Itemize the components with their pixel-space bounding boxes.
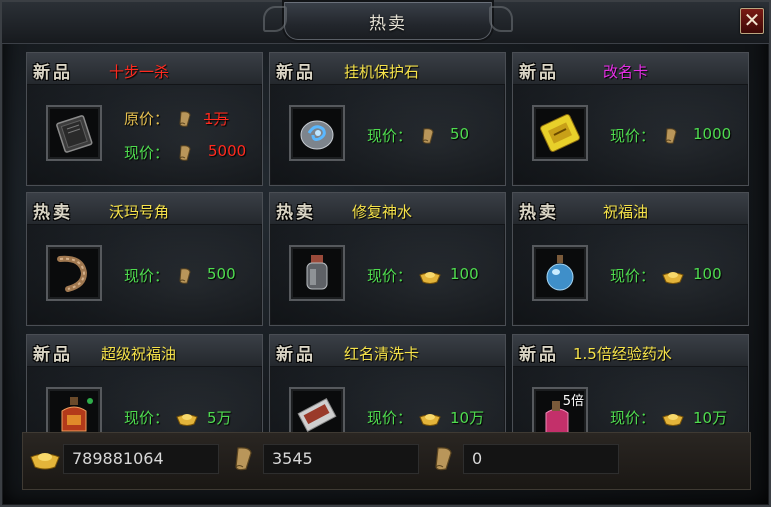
- shop-card-6[interactable]: 热卖 祝福油 现价： 100: [512, 192, 749, 326]
- item-slot[interactable]: [289, 105, 345, 161]
- item-name: 挂机保护石: [344, 63, 420, 81]
- shop-card-8[interactable]: 新品 红名清洗卡 现价： 10万: [269, 334, 506, 432]
- new-tag: 新品: [519, 345, 559, 365]
- gold-ingot-icon: [30, 453, 60, 470]
- card-header: 热卖 祝福油: [513, 193, 748, 225]
- blue-stone-icon: [300, 120, 334, 150]
- super-oil-icon: [61, 397, 93, 432]
- shop-card-9[interactable]: 新品 1.5倍经验药水 5倍 现价： 10万: [512, 334, 749, 432]
- item-slot[interactable]: [289, 387, 345, 432]
- scroll-icon: [179, 111, 191, 127]
- current-price-value: 100: [693, 265, 722, 283]
- gold-ingot-icon: [662, 414, 684, 426]
- card-header: 热卖 修复神水: [270, 193, 505, 225]
- new-tag: 新品: [276, 63, 316, 83]
- current-price-value: 5万: [207, 409, 232, 427]
- item-name: 十步一杀: [109, 63, 170, 81]
- item-name: 红名清洗卡: [344, 345, 420, 363]
- shop-card-5[interactable]: 热卖 修复神水 现价： 100: [269, 192, 506, 326]
- current-price-value: 50: [450, 125, 470, 143]
- current-price-label: 现价：: [367, 267, 413, 285]
- item-slot[interactable]: 5倍: [532, 387, 588, 432]
- potion-jar-icon: [306, 255, 328, 290]
- current-price-value: 100: [450, 265, 479, 283]
- scroll-icon: [422, 128, 434, 144]
- gold-balance-field: 789881064: [63, 444, 219, 474]
- card-header: 热卖 沃玛号角: [27, 193, 262, 225]
- item-slot[interactable]: [532, 245, 588, 301]
- current-price-label: 现价：: [610, 267, 656, 285]
- shop-card-3[interactable]: 新品 改名卡 现价： 1000: [512, 52, 749, 186]
- new-tag: 新品: [33, 63, 73, 83]
- new-tag: 新品: [33, 345, 73, 365]
- gold-ingot-icon: [419, 272, 441, 284]
- gold-ingot-icon: [662, 272, 684, 284]
- item-slot[interactable]: [289, 245, 345, 301]
- current-price-value: 10万: [450, 409, 485, 427]
- title-ornament-left: [263, 6, 287, 32]
- book-icon: [56, 115, 93, 153]
- item-slot[interactable]: [46, 105, 102, 161]
- current-price-label: 现价：: [124, 267, 170, 285]
- card-header: 新品 1.5倍经验药水: [513, 335, 748, 367]
- gold-ingot-icon: [176, 414, 198, 426]
- exp-multiplier-badge: 5倍: [562, 394, 584, 409]
- item-name: 1.5倍经验药水: [573, 345, 672, 363]
- new-tag: 新品: [519, 63, 559, 83]
- card-header: 新品 改名卡: [513, 53, 748, 85]
- current-price-label: 现价：: [124, 144, 170, 162]
- shop-card-4[interactable]: 热卖 沃玛号角 现价： 500: [26, 192, 263, 326]
- scroll-balance-field: 3545: [263, 444, 419, 474]
- item-name: 超级祝福油: [101, 345, 177, 363]
- rename-card-icon: [540, 114, 580, 152]
- current-price-value: 500: [207, 265, 236, 283]
- scroll-icon: [179, 145, 191, 161]
- new-tag: 新品: [276, 345, 316, 365]
- title-ornament-right: [489, 6, 513, 32]
- original-price-value: 1万: [204, 110, 229, 128]
- current-price-value: 10万: [693, 409, 728, 427]
- scroll-icon: [435, 447, 452, 471]
- item-name: 沃玛号角: [109, 203, 170, 221]
- gold-ingot-icon: [419, 414, 441, 426]
- bound-scroll-balance-field: 0: [463, 444, 619, 474]
- horn-icon: [57, 255, 88, 292]
- current-price-label: 现价：: [367, 409, 413, 427]
- item-name: 改名卡: [603, 63, 649, 81]
- item-slot[interactable]: [46, 245, 102, 301]
- item-slot[interactable]: [532, 105, 588, 161]
- hot-tag: 热卖: [519, 203, 559, 223]
- currency-bar: 789881064 3545 0: [22, 432, 751, 490]
- current-price-label: 现价：: [367, 127, 413, 145]
- scroll-icon: [179, 268, 191, 284]
- current-price-label: 现价：: [610, 409, 656, 427]
- shop-card-1[interactable]: 新品 十步一杀 原价： 1万 现价： 5000: [26, 52, 263, 186]
- close-button[interactable]: ✕: [740, 8, 764, 34]
- shop-card-2[interactable]: 新品 挂机保护石 现价： 50: [269, 52, 506, 186]
- item-grid: 新品 十步一杀 原价： 1万 现价： 5000 新品 挂机保护石 现价： 50 …: [26, 52, 749, 432]
- card-header: 新品 红名清洗卡: [270, 335, 505, 367]
- window-title: 热卖: [369, 14, 407, 34]
- scroll-icon: [665, 128, 677, 144]
- card-header: 新品 十步一杀: [27, 53, 262, 85]
- title-plate: 热卖: [263, 2, 513, 40]
- hot-tag: 热卖: [276, 203, 316, 223]
- card-header: 新品 超级祝福油: [27, 335, 262, 367]
- scroll-icon: [235, 447, 252, 471]
- current-price-value: 1000: [693, 125, 732, 143]
- original-price-label: 原价：: [124, 110, 170, 128]
- shop-card-7[interactable]: 新品 超级祝福油 现价： 5万: [26, 334, 263, 432]
- blessing-oil-icon: [546, 255, 574, 291]
- item-name: 祝福油: [603, 203, 649, 221]
- card-header: 新品 挂机保护石: [270, 53, 505, 85]
- clean-card-icon: [297, 397, 337, 432]
- current-price-value: 5000: [208, 142, 247, 160]
- current-price-label: 现价：: [124, 409, 170, 427]
- item-name: 修复神水: [352, 203, 413, 221]
- hot-tag: 热卖: [33, 203, 73, 223]
- current-price-label: 现价：: [610, 127, 656, 145]
- item-slot[interactable]: [46, 387, 102, 432]
